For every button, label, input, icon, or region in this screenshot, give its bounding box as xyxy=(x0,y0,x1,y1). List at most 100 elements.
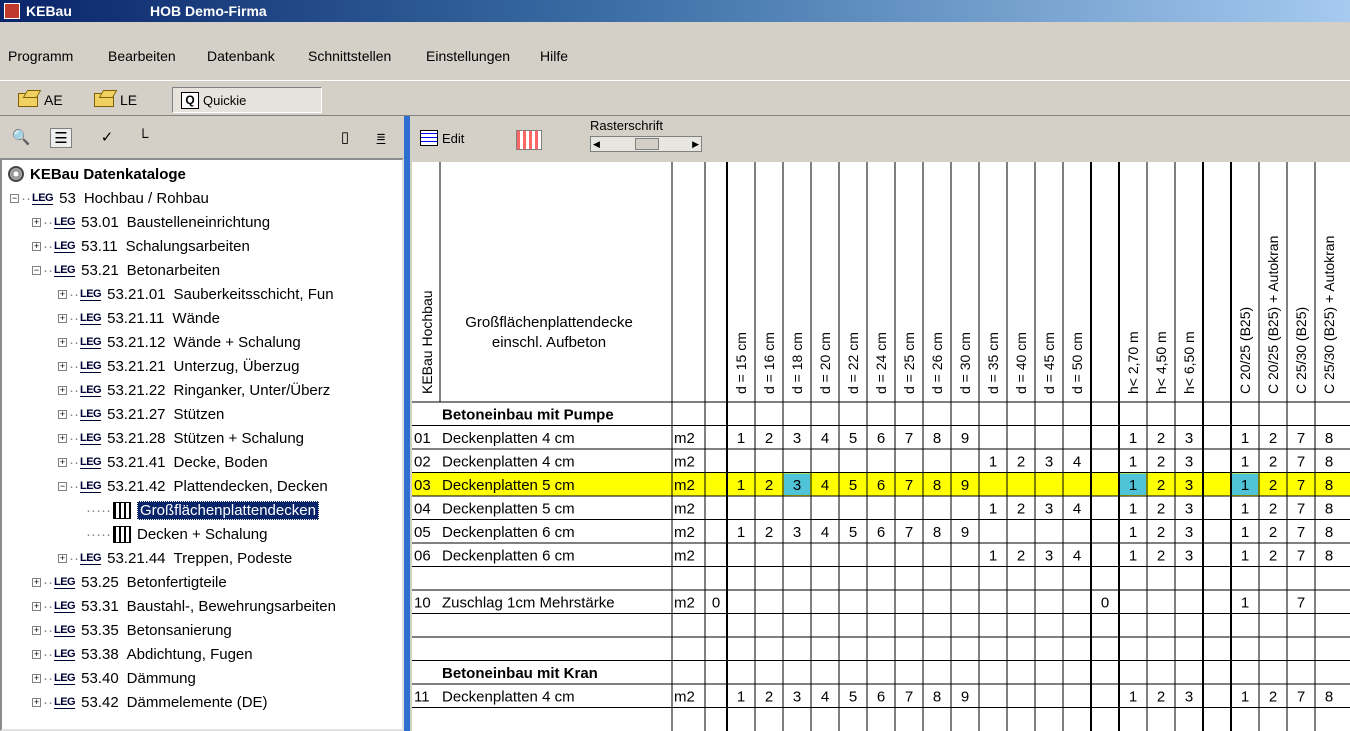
table-cell[interactable]: 4 xyxy=(821,430,829,447)
table-cell[interactable]: 1 xyxy=(1129,501,1137,518)
table-cell[interactable]: 1 xyxy=(1241,524,1249,541)
tree-node[interactable]: + ·· LEG 53.21.01 Sauberkeitsschicht, Fun xyxy=(58,282,334,306)
table-cell[interactable]: 8 xyxy=(1325,430,1333,447)
table-cell[interactable]: 4 xyxy=(1073,501,1081,518)
slider-left-arrow-icon[interactable]: ◀ xyxy=(593,139,600,150)
tree-node[interactable]: − ·· LEG 53.21 Betonarbeiten xyxy=(32,258,220,282)
table-cell[interactable]: 1 xyxy=(1241,430,1249,447)
expand-icon[interactable]: + xyxy=(58,289,67,299)
table-cell[interactable]: 9 xyxy=(961,430,969,447)
tree-node[interactable]: + ·· LEG 53.21.22 Ringanker, Unter/Überz xyxy=(58,378,330,402)
tree-node[interactable]: + ·· LEG 53.35 Betonsanierung xyxy=(32,618,232,642)
table-cell[interactable]: 1 xyxy=(1241,595,1249,612)
table-cell[interactable]: 4 xyxy=(821,689,829,706)
table-cell[interactable]: 7 xyxy=(905,430,913,447)
table-cell[interactable]: 8 xyxy=(1325,548,1333,565)
tree-node[interactable]: + ·· LEG 53.01 Baustelleneinrichtung xyxy=(32,210,270,234)
table-cell[interactable]: 1 xyxy=(1129,430,1137,447)
tree-node[interactable]: − ·· LEG 53.21.42 Plattendecken, Decken xyxy=(58,474,328,498)
table-cell[interactable]: 8 xyxy=(1325,454,1333,471)
table-cell[interactable]: 9 xyxy=(961,689,969,706)
expand-icon[interactable]: + xyxy=(58,313,67,323)
table-cell[interactable]: 2 xyxy=(765,430,773,447)
table-cell[interactable]: 2 xyxy=(1269,454,1277,471)
tree-node[interactable]: + ·· LEG 53.21.12 Wände + Schalung xyxy=(58,330,301,354)
expand-icon[interactable]: + xyxy=(58,553,67,563)
table-cell[interactable]: 1 xyxy=(1241,477,1249,494)
menu-bearbeiten[interactable]: Bearbeiten xyxy=(108,48,176,64)
table-cell[interactable]: 7 xyxy=(905,524,913,541)
sort-text-icon[interactable]: ≡ xyxy=(370,128,392,148)
table-cell[interactable]: 8 xyxy=(933,430,941,447)
tree-node[interactable]: + ·· LEG 53.21.21 Unterzug, Überzug xyxy=(58,354,299,378)
table-cell[interactable]: 2 xyxy=(1157,524,1165,541)
table-cell[interactable]: 1 xyxy=(1129,548,1137,565)
table-cell[interactable]: 0 xyxy=(1101,595,1109,612)
table-cell[interactable]: 1 xyxy=(1129,689,1137,706)
table-cell[interactable]: 2 xyxy=(1157,477,1165,494)
table-cell[interactable]: 8 xyxy=(1325,689,1333,706)
table-cell[interactable]: 2 xyxy=(1269,501,1277,518)
table-cell[interactable]: 2 xyxy=(1269,477,1277,494)
table-cell[interactable]: 2 xyxy=(1017,501,1025,518)
expand-icon[interactable]: + xyxy=(32,697,41,707)
table-cell[interactable]: 3 xyxy=(1185,477,1193,494)
table-cell[interactable]: 5 xyxy=(849,689,857,706)
table-cell[interactable]: 9 xyxy=(961,524,969,541)
table-cell[interactable]: 7 xyxy=(905,477,913,494)
table-cell[interactable]: 3 xyxy=(793,524,801,541)
table-cell[interactable]: 1 xyxy=(737,524,745,541)
table-cell[interactable]: 4 xyxy=(1073,548,1081,565)
tree-node[interactable]: + ·· LEG 53.21.44 Treppen, Podeste xyxy=(58,546,292,570)
table-cell[interactable]: 2 xyxy=(1157,501,1165,518)
table-cell[interactable]: 1 xyxy=(989,548,997,565)
blank-page-icon[interactable]: ▯ xyxy=(334,128,356,148)
table-cell[interactable]: 2 xyxy=(1269,689,1277,706)
expand-icon[interactable]: + xyxy=(32,625,41,635)
table-cell[interactable]: 8 xyxy=(1325,477,1333,494)
table-cell[interactable]: 1 xyxy=(1129,477,1137,494)
tree-root[interactable]: KEBau Datenkataloge xyxy=(8,162,186,186)
menu-datenbank[interactable]: Datenbank xyxy=(207,48,275,64)
slider-thumb[interactable] xyxy=(635,138,659,150)
tree-node[interactable]: + ·· LEG 53.21.11 Wände xyxy=(58,306,220,330)
table-cell[interactable]: 7 xyxy=(1297,595,1305,612)
expand-icon[interactable]: + xyxy=(58,361,67,371)
tree-leaf[interactable]: ····· Decken + Schalung xyxy=(86,522,268,546)
table-cell[interactable]: 7 xyxy=(905,689,913,706)
table-cell[interactable]: 1 xyxy=(1241,689,1249,706)
table-cell[interactable]: 1 xyxy=(737,430,745,447)
menu-programm[interactable]: Programm xyxy=(8,48,73,64)
table-cell[interactable]: 5 xyxy=(849,524,857,541)
tree-node[interactable]: + ·· LEG 53.31 Baustahl-, Bewehrungsarbeiten xyxy=(32,594,336,618)
table-cell[interactable]: 4 xyxy=(821,524,829,541)
table-cell[interactable]: 9 xyxy=(961,477,969,494)
numbered-list-icon[interactable]: ☰ xyxy=(50,128,72,148)
table-cell[interactable]: 8 xyxy=(1325,501,1333,518)
expand-icon[interactable]: + xyxy=(58,457,67,467)
table-cell[interactable]: 3 xyxy=(1185,454,1193,471)
table-cell[interactable]: 3 xyxy=(1045,501,1053,518)
table-cell[interactable]: 5 xyxy=(849,477,857,494)
table-cell[interactable]: 4 xyxy=(821,477,829,494)
expand-icon[interactable]: + xyxy=(58,337,67,347)
expand-icon[interactable]: + xyxy=(32,217,41,227)
table-cell[interactable]: 6 xyxy=(877,477,885,494)
collapse-icon[interactable]: − xyxy=(32,265,41,275)
table-cell[interactable]: 7 xyxy=(1297,501,1305,518)
table-cell[interactable]: 2 xyxy=(765,477,773,494)
slider-right-arrow-icon[interactable]: ▶ xyxy=(692,139,699,150)
tree-node[interactable]: + ·· LEG 53.21.27 Stützen xyxy=(58,402,224,426)
tree-view-icon[interactable]: └ xyxy=(132,128,154,148)
table-cell[interactable]: 2 xyxy=(765,524,773,541)
expand-icon[interactable]: + xyxy=(58,385,67,395)
rasterschrift-slider[interactable]: ◀ ▶ xyxy=(590,136,702,152)
le-button[interactable]: LE xyxy=(94,87,137,113)
expand-icon[interactable]: + xyxy=(58,409,67,419)
table-cell[interactable]: 6 xyxy=(877,689,885,706)
table-cell[interactable]: 8 xyxy=(1325,524,1333,541)
splitter[interactable] xyxy=(404,116,410,731)
binoculars-icon[interactable]: 🔍 xyxy=(10,128,32,148)
table-cell[interactable]: 7 xyxy=(1297,477,1305,494)
table-cell[interactable]: 1 xyxy=(737,689,745,706)
